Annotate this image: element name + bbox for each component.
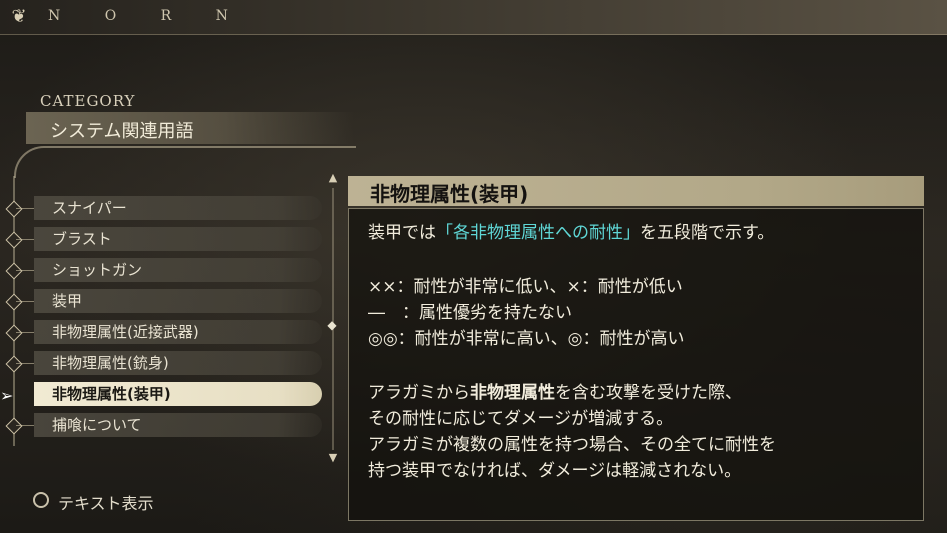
scrollbar-thumb-icon[interactable]: ◆ — [326, 319, 338, 331]
circle-button-icon[interactable] — [33, 492, 49, 508]
menu-item-blast[interactable]: ブラスト — [34, 227, 322, 251]
menu-node-icon — [5, 355, 23, 373]
norn-logo-icon: ❦ — [11, 6, 27, 27]
menu-connector — [16, 363, 34, 364]
menu-node-icon — [5, 324, 23, 342]
menu-node-icon — [5, 417, 23, 435]
detail-intro: 装甲では「各非物理属性への耐性」を五段階で示す。 — [368, 218, 774, 243]
intro-text: 装甲では — [368, 223, 436, 243]
menu-node-icon — [5, 200, 23, 218]
text-display-button-label[interactable]: テキスト表示 — [58, 490, 154, 514]
legend-line: ― ：属性優劣を持たない — [368, 303, 572, 323]
selection-cursor-icon: ➢ — [0, 386, 14, 405]
menu-item-label: 非物理属性(装甲) — [52, 385, 171, 403]
paragraph-text: アラガミから — [368, 383, 470, 403]
category-title: システム関連用語 — [50, 121, 194, 142]
menu-item-nonphysical-gun[interactable]: 非物理属性(銃身) — [34, 351, 322, 375]
menu-connector — [16, 208, 34, 209]
menu-item-shotgun[interactable]: ショットガン — [34, 258, 322, 282]
menu-item-label: 装甲 — [52, 292, 83, 310]
menu-connector — [16, 239, 34, 240]
detail-paragraph: アラガミが複数の属性を持つ場合、その全てに耐性を — [368, 435, 776, 455]
category-label: CATEGORY — [40, 92, 136, 110]
menu-item-armor[interactable]: 装甲 — [34, 289, 322, 313]
menu-connector — [16, 425, 34, 426]
menu-item-sniper[interactable]: スナイパー — [34, 196, 322, 220]
menu-item-label: ショットガン — [52, 261, 143, 279]
paragraph-text: を含む攻撃を受けた際、 — [555, 383, 742, 403]
menu-item-label: スナイパー — [52, 199, 127, 217]
detail-paragraph: アラガミから非物理属性を含む攻撃を受けた際、 — [368, 378, 742, 403]
menu-connector — [16, 270, 34, 271]
intro-text: を五段階で示す。 — [640, 223, 775, 243]
legend-line: ××：耐性が非常に低い、×：耐性が低い — [368, 277, 683, 297]
menu-item-nonphysical-melee[interactable]: 非物理属性(近接武器) — [34, 320, 322, 344]
menu-node-icon — [5, 293, 23, 311]
menu-item-label: ブラスト — [52, 230, 112, 248]
detail-paragraph: 持つ装甲でなければ、ダメージは軽減されない。 — [368, 461, 742, 481]
menu-node-icon — [5, 262, 23, 280]
menu-item-nonphysical-armor[interactable]: 非物理属性(装甲) — [34, 382, 322, 406]
top-bar: ❦ N O R N — [0, 0, 947, 35]
intro-highlight: 「各非物理属性への耐性」 — [436, 223, 640, 243]
menu-node-icon — [5, 231, 23, 249]
scroll-up-icon[interactable]: ▲ — [326, 172, 340, 184]
menu-item-label: 非物理属性(銃身) — [52, 354, 169, 372]
menu-item-label: 非物理属性(近接武器) — [52, 323, 199, 341]
detail-paragraph: その耐性に応じてダメージが増減する。 — [368, 409, 674, 429]
menu-item-devour[interactable]: 捕喰について — [34, 413, 322, 437]
menu-connector — [16, 301, 34, 302]
decorative-swirl — [14, 146, 356, 178]
detail-title: 非物理属性(装甲) — [370, 182, 529, 206]
menu-item-label: 捕喰について — [52, 416, 142, 434]
legend-line: ◎◎：耐性が非常に高い、◎：耐性が高い — [368, 329, 685, 349]
brand-name: N O R N — [48, 8, 248, 24]
scroll-down-icon[interactable]: ▼ — [326, 452, 340, 464]
menu-connector — [16, 332, 34, 333]
paragraph-bold: 非物理属性 — [470, 383, 555, 403]
